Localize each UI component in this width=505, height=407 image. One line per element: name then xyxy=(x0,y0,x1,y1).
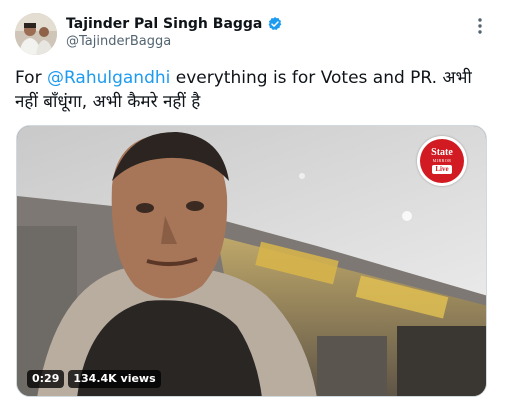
video-player[interactable]: State MIRROR Live 0:29 134.4K views xyxy=(16,125,487,397)
tweet-card: Tajinder Pal Singh Bagga @TajinderBagga … xyxy=(0,0,505,407)
author-handle[interactable]: @TajinderBagga xyxy=(66,34,171,49)
video-duration: 0:29 xyxy=(27,370,65,388)
watermark-bottom-text: Live xyxy=(432,165,452,174)
avatar[interactable] xyxy=(15,13,57,55)
mention-link[interactable]: @Rahulgandhi xyxy=(47,68,170,88)
tweet-text-line-1-rest: everything is for Votes and PR. अभी xyxy=(170,68,472,88)
watermark-middle-text: MIRROR xyxy=(432,158,452,163)
tweet-text-prefix: For xyxy=(15,68,47,88)
video-frame xyxy=(17,126,486,396)
verified-badge-icon xyxy=(269,17,282,30)
channel-watermark-logo: State MIRROR Live xyxy=(417,136,467,186)
author-display-name[interactable]: Tajinder Pal Singh Bagga xyxy=(66,16,262,32)
video-meta: 0:29 134.4K views xyxy=(27,370,161,388)
more-options-icon[interactable] xyxy=(470,16,490,36)
avatar-image xyxy=(15,13,57,55)
tweet-text-line-1: For @Rahulgandhi everything is for Votes… xyxy=(15,66,495,90)
author-name-row: Tajinder Pal Singh Bagga xyxy=(66,14,283,34)
tweet-text-line-2: नहीं बाँधूंगा, अभी कैमरे नहीं है xyxy=(15,92,201,112)
video-view-count: 134.4K views xyxy=(68,370,161,388)
watermark-top-text: State xyxy=(431,147,453,158)
tweet-text: For @Rahulgandhi everything is for Votes… xyxy=(15,66,495,114)
